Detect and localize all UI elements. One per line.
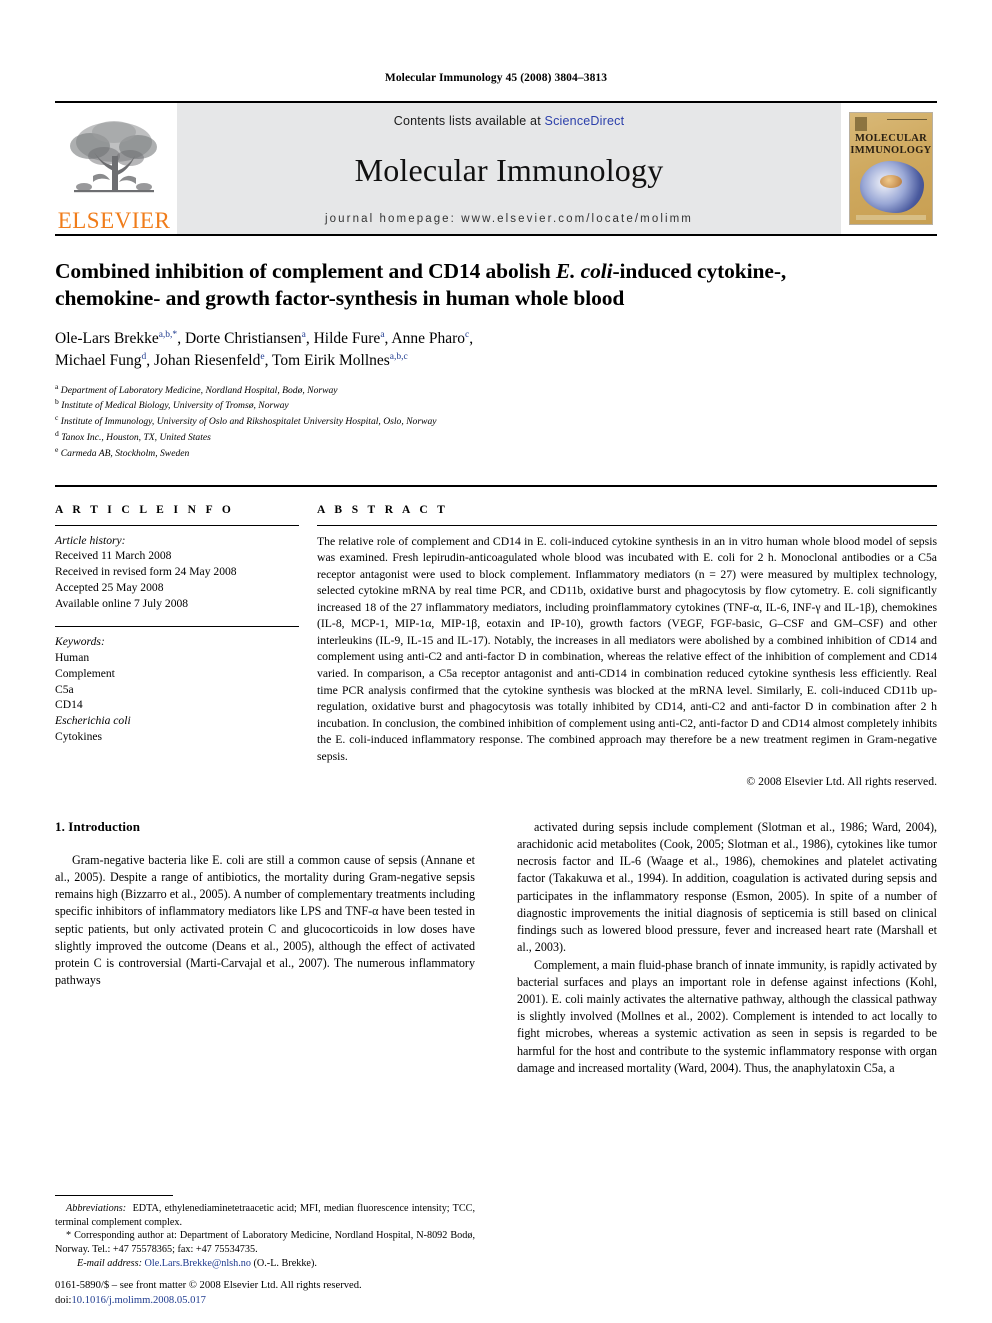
elsevier-logo: ELSEVIER — [55, 103, 173, 234]
affiliation-text: Institute of Immunology, University of O… — [60, 416, 437, 428]
running-head: Molecular Immunology 45 (2008) 3804–3813 — [384, 72, 608, 84]
affiliation-marker: b — [55, 397, 59, 407]
contents-prefix: Contents lists available at — [393, 114, 545, 128]
intro-paragraph-left: Gram-negative bacteria like E. coli are … — [55, 852, 475, 988]
contents-available-line: Contents lists available at ScienceDirec… — [394, 114, 625, 128]
footnote-block: Abbreviations: EDTA, ethylenediaminetetr… — [55, 1194, 475, 1271]
imprint-block: 0161-5890/$ – see front matter © 2008 El… — [55, 1279, 525, 1309]
issn-line: 0161-5890/$ – see front matter © 2008 El… — [55, 1280, 362, 1292]
doi-line: doi:10.1016/j.molimm.2008.05.017 — [55, 1294, 525, 1309]
author-list: Ole-Lars Brekkea,b,*, Dorte Christiansen… — [55, 328, 937, 372]
cover-title-line1: MOLECULAR — [854, 133, 928, 144]
keyword-item: Cytokines — [55, 730, 103, 744]
affiliation-item: a Department of Laboratory Medicine, Nor… — [55, 382, 937, 398]
abstract-text: The relative role of complement and CD14… — [317, 534, 937, 763]
info-abstract-section: A R T I C L E I N F O Article history: R… — [55, 484, 937, 791]
affiliation-list: a Department of Laboratory Medicine, Nor… — [55, 382, 937, 461]
title-species-italic: E. coli — [555, 259, 613, 283]
cover-publisher-mark-icon — [855, 117, 867, 131]
keyword-item: C5a — [55, 682, 74, 696]
affiliation-marker: d — [55, 428, 59, 438]
title-part-2: -induced cytokine-, — [612, 259, 787, 283]
affiliation-text: Institute of Medical Biology, University… — [61, 400, 289, 412]
page-title: Combined inhibition of complement and CD… — [55, 258, 937, 313]
keyword-item: Human — [55, 650, 90, 664]
affiliation-text: Carmeda AB, Stockholm, Sweden — [60, 447, 190, 459]
history-item: Available online 7 July 2008 — [55, 597, 189, 611]
journal-banner: ELSEVIER Contents lists available at Sci… — [55, 101, 937, 234]
cover-title: MOLECULAR IMMUNOLOGY — [850, 133, 932, 157]
intro-paragraph-right-1: activated during sepsis include compleme… — [517, 819, 937, 955]
affiliation-text: Tanox Inc., Houston, TX, United States — [61, 432, 211, 444]
abstract-heading: A B S T R A C T — [317, 503, 449, 516]
elsevier-tree-icon — [70, 121, 157, 193]
corresponding-author-note: * Corresponding author at: Department of… — [55, 1230, 475, 1256]
history-item: Received 11 March 2008 — [55, 549, 172, 563]
author-name: Ole-Lars Brekke — [55, 329, 159, 347]
cover-top-rule — [887, 119, 927, 120]
article-info-column: A R T I C L E I N F O Article history: R… — [55, 504, 317, 791]
abstract-copyright: © 2008 Elsevier Ltd. All rights reserved… — [746, 775, 937, 789]
keywords-label: Keywords: — [55, 634, 105, 648]
sciencedirect-link[interactable]: ScienceDirect — [545, 114, 625, 128]
journal-cover-thumbnail: MOLECULAR IMMUNOLOGY — [845, 103, 937, 234]
affiliation-marker: a — [55, 381, 59, 391]
intro-paragraph-right-2: Complement, a main fluid-phase branch of… — [517, 957, 937, 1075]
author-affiliation-marker: a,b,c — [389, 351, 408, 362]
affiliation-item: c Institute of Immunology, University of… — [55, 413, 937, 429]
author-sep: , — [469, 329, 474, 347]
author-sep: , Anne Pharo — [384, 329, 466, 347]
email-link[interactable]: Ole.Lars.Brekke@nlsh.no — [145, 1258, 251, 1269]
doi-label: doi: — [55, 1295, 72, 1307]
author-sep: , Tom Eirik Mollnes — [264, 351, 390, 369]
email-note: E-mail address: Ole.Lars.Brekke@nlsh.no … — [55, 1257, 475, 1271]
footnote-rule — [55, 1194, 173, 1196]
title-part-1: Combined inhibition of complement and CD… — [55, 259, 556, 283]
email-suffix: (O.-L. Brekke). — [253, 1258, 317, 1270]
affiliation-marker: c — [55, 413, 59, 423]
keyword-item: Complement — [55, 666, 115, 680]
title-line-2: chemokine- and growth factor-synthesis i… — [55, 286, 625, 311]
keywords-block: Keywords: Human Complement C5a CD14 Esch… — [55, 627, 299, 745]
right-column: activated during sepsis include compleme… — [517, 819, 937, 1077]
article-info-heading: A R T I C L E I N F O — [55, 503, 235, 516]
affiliation-marker: e — [55, 444, 59, 454]
history-item: Received in revised form 24 May 2008 — [55, 565, 237, 579]
cover-title-line2: IMMUNOLOGY — [850, 144, 932, 156]
history-item: Accepted 25 May 2008 — [55, 581, 164, 595]
affiliation-text: Department of Laboratory Medicine, Nordl… — [60, 384, 338, 396]
journal-title: Molecular Immunology — [354, 152, 664, 188]
cover-molecule-graphic — [860, 161, 924, 213]
cover-image: MOLECULAR IMMUNOLOGY — [849, 112, 933, 225]
affiliation-item: d Tanox Inc., Houston, TX, United States — [55, 429, 937, 445]
author-sep: , Hilde Fure — [305, 329, 381, 347]
article-history-block: Article history: Received 11 March 2008 … — [55, 526, 299, 612]
banner-center: Contents lists available at ScienceDirec… — [177, 103, 841, 234]
author-name: Michael Fung — [55, 351, 142, 369]
abbreviations-note: Abbreviations: EDTA, ethylenediaminetetr… — [55, 1202, 475, 1230]
article-history-label: Article history: — [55, 533, 126, 547]
keyword-item: CD14 — [55, 698, 83, 712]
abbreviations-label: Abbreviations: — [66, 1202, 127, 1214]
abstract-column: A B S T R A C T The relative role of com… — [317, 504, 937, 791]
email-label: E-mail address: — [77, 1258, 142, 1270]
affiliation-item: b Institute of Medical Biology, Universi… — [55, 397, 937, 413]
author-affiliation-marker: a,b,* — [158, 329, 178, 340]
elsevier-wordmark: ELSEVIER — [57, 208, 171, 233]
author-sep: , Dorte Christiansen — [177, 329, 302, 347]
doi-link[interactable]: 10.1016/j.molimm.2008.05.017 — [71, 1295, 206, 1306]
affiliation-item: e Carmeda AB, Stockholm, Sweden — [55, 445, 937, 461]
body-columns: 1. Introduction Gram-negative bacteria l… — [55, 819, 937, 1077]
banner-bottom-rule — [55, 234, 937, 236]
left-column: 1. Introduction Gram-negative bacteria l… — [55, 819, 475, 1077]
article-page: Molecular Immunology 45 (2008) 3804–3813 — [0, 0, 992, 1323]
section-heading-introduction: 1. Introduction — [55, 818, 141, 834]
journal-homepage-link[interactable]: journal homepage: www.elsevier.com/locat… — [325, 213, 693, 225]
keyword-item: Escherichia coli — [55, 714, 131, 728]
cover-bottom-bar — [856, 215, 926, 220]
author-sep: , Johan Riesenfeld — [146, 351, 261, 369]
